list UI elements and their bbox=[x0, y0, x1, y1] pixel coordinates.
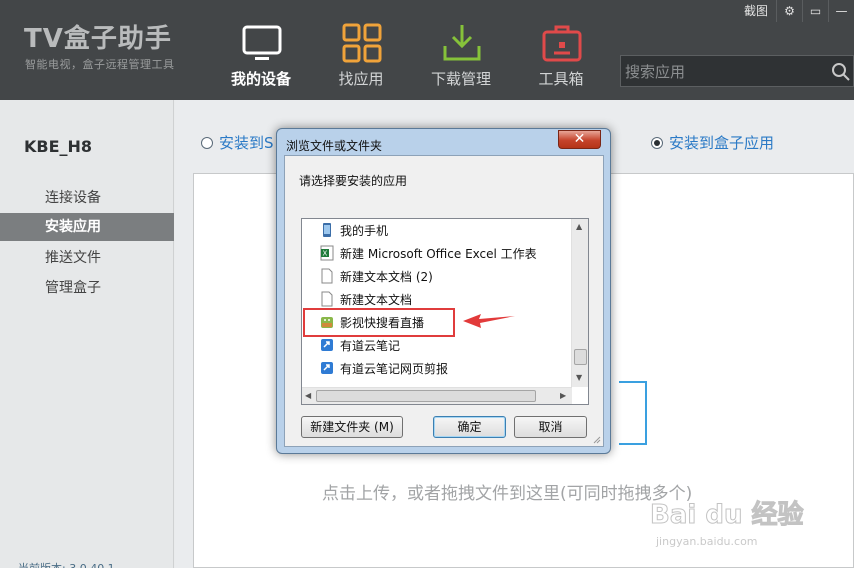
radio-button[interactable] bbox=[651, 137, 663, 149]
upload-frame bbox=[619, 381, 647, 445]
nav-label: 我的设备 bbox=[230, 70, 291, 88]
radio-install-sd[interactable]: 安装到S bbox=[201, 132, 274, 153]
baidu-jingyan-watermark: Bai du 经验 jingyan.baidu.com bbox=[650, 499, 804, 549]
grid-icon bbox=[342, 23, 382, 63]
search-input[interactable] bbox=[625, 60, 825, 84]
chat-icon[interactable]: ▭ bbox=[802, 0, 828, 22]
version-text: 当前版本: 3.0.40.1 bbox=[18, 560, 115, 568]
radio-install-box[interactable]: 安装到盒子应用 bbox=[651, 132, 774, 153]
nav-find-apps[interactable]: 找应用 bbox=[316, 0, 406, 100]
tree-item[interactable]: 有道云笔记 bbox=[320, 336, 400, 357]
toolbox-icon bbox=[542, 25, 582, 62]
download-icon bbox=[443, 25, 481, 61]
dialog-title: 浏览文件或文件夹 bbox=[286, 139, 383, 153]
nav-toolbox[interactable]: 工具箱 bbox=[516, 0, 606, 100]
upload-hint: 点击上传，或者拖拽文件到这里(可同时拖拽多个) bbox=[322, 484, 693, 504]
excel-icon: X bbox=[320, 245, 334, 261]
tv-icon bbox=[242, 25, 282, 60]
sidebar: KBE_H8 连接设备 安装应用 推送文件 管理盒子 当前版本: 3.0.40.… bbox=[0, 100, 174, 568]
shortcut-icon bbox=[321, 362, 333, 374]
nav-label: 工具箱 bbox=[538, 70, 584, 88]
scroll-up-icon[interactable]: ▲ bbox=[576, 222, 582, 231]
scroll-down-icon[interactable]: ▼ bbox=[576, 373, 582, 382]
search-icon[interactable] bbox=[831, 62, 851, 82]
close-icon[interactable]: ✕ bbox=[558, 130, 601, 149]
nav-label: 找应用 bbox=[338, 70, 384, 88]
search-box bbox=[620, 55, 854, 87]
new-folder-button[interactable]: 新建文件夹 (M) bbox=[301, 416, 403, 438]
horizontal-scrollbar[interactable]: ◀ ▶ bbox=[302, 387, 572, 404]
tree-item[interactable]: 有道云笔记网页剪报 bbox=[320, 359, 448, 380]
phone-icon bbox=[323, 223, 331, 237]
svg-text:jingyan.baidu.com: jingyan.baidu.com bbox=[655, 535, 758, 548]
tree-item[interactable]: 新建文本文档 (2) bbox=[320, 267, 433, 288]
dialog-body: 请选择要安装的应用 我的手机 X 新建 Microsoft Office Exce… bbox=[284, 155, 604, 447]
scroll-right-icon[interactable]: ▶ bbox=[560, 391, 566, 400]
minimize-icon[interactable]: — bbox=[828, 0, 854, 22]
app-logo: TV盒子助手 bbox=[24, 24, 172, 54]
nav-label: 下载管理 bbox=[430, 70, 491, 88]
resize-grip-icon[interactable] bbox=[591, 434, 601, 444]
vertical-scrollbar[interactable]: ▲ ▼ bbox=[571, 219, 588, 387]
radio-label: 安装到盒子应用 bbox=[669, 134, 775, 152]
svg-text:X: X bbox=[323, 250, 328, 258]
app-header: TV盒子助手 智能电视，盒子远程管理工具 我的设备 找应用 下载管理 工具箱 截… bbox=[0, 0, 854, 100]
sidebar-item-push-file[interactable]: 推送文件 bbox=[0, 244, 174, 272]
document-icon bbox=[321, 291, 333, 307]
app-subtitle: 智能电视，盒子远程管理工具 bbox=[25, 58, 175, 71]
annotation-highlight-box bbox=[303, 308, 455, 337]
sidebar-item-install-app[interactable]: 安装应用 bbox=[0, 213, 174, 241]
scroll-thumb[interactable] bbox=[574, 349, 587, 365]
tree-item[interactable]: 我的手机 bbox=[320, 221, 388, 242]
annotation-arrow-icon bbox=[463, 314, 515, 328]
document-icon bbox=[321, 268, 333, 284]
dialog-prompt: 请选择要安装的应用 bbox=[299, 174, 408, 188]
ok-button[interactable]: 确定 bbox=[433, 416, 506, 438]
tree-item[interactable]: X 新建 Microsoft Office Excel 工作表 bbox=[320, 244, 537, 265]
radio-label: 安装到S bbox=[219, 134, 274, 152]
nav-download-manager[interactable]: 下载管理 bbox=[416, 0, 506, 100]
scroll-thumb[interactable] bbox=[316, 390, 536, 402]
shortcut-icon bbox=[321, 339, 333, 351]
cancel-button[interactable]: 取消 bbox=[514, 416, 587, 438]
screenshot-button[interactable]: 截图 bbox=[736, 0, 776, 22]
browse-folder-dialog: 浏览文件或文件夹 ✕ 请选择要安装的应用 我的手机 X 新建 Microsoft … bbox=[276, 128, 611, 454]
sidebar-item-connect-device[interactable]: 连接设备 bbox=[0, 184, 174, 212]
window-controls: 截图 ⚙ ▭ — bbox=[736, 0, 854, 22]
nav-my-device[interactable]: 我的设备 bbox=[216, 0, 306, 100]
device-name: KBE_H8 bbox=[24, 137, 93, 156]
gear-icon[interactable]: ⚙ bbox=[776, 0, 802, 22]
sidebar-item-manage-box[interactable]: 管理盒子 bbox=[0, 274, 174, 302]
scroll-left-icon[interactable]: ◀ bbox=[305, 391, 311, 400]
svg-text:Bai du 经验: Bai du 经验 bbox=[650, 499, 804, 530]
radio-button[interactable] bbox=[201, 137, 213, 149]
